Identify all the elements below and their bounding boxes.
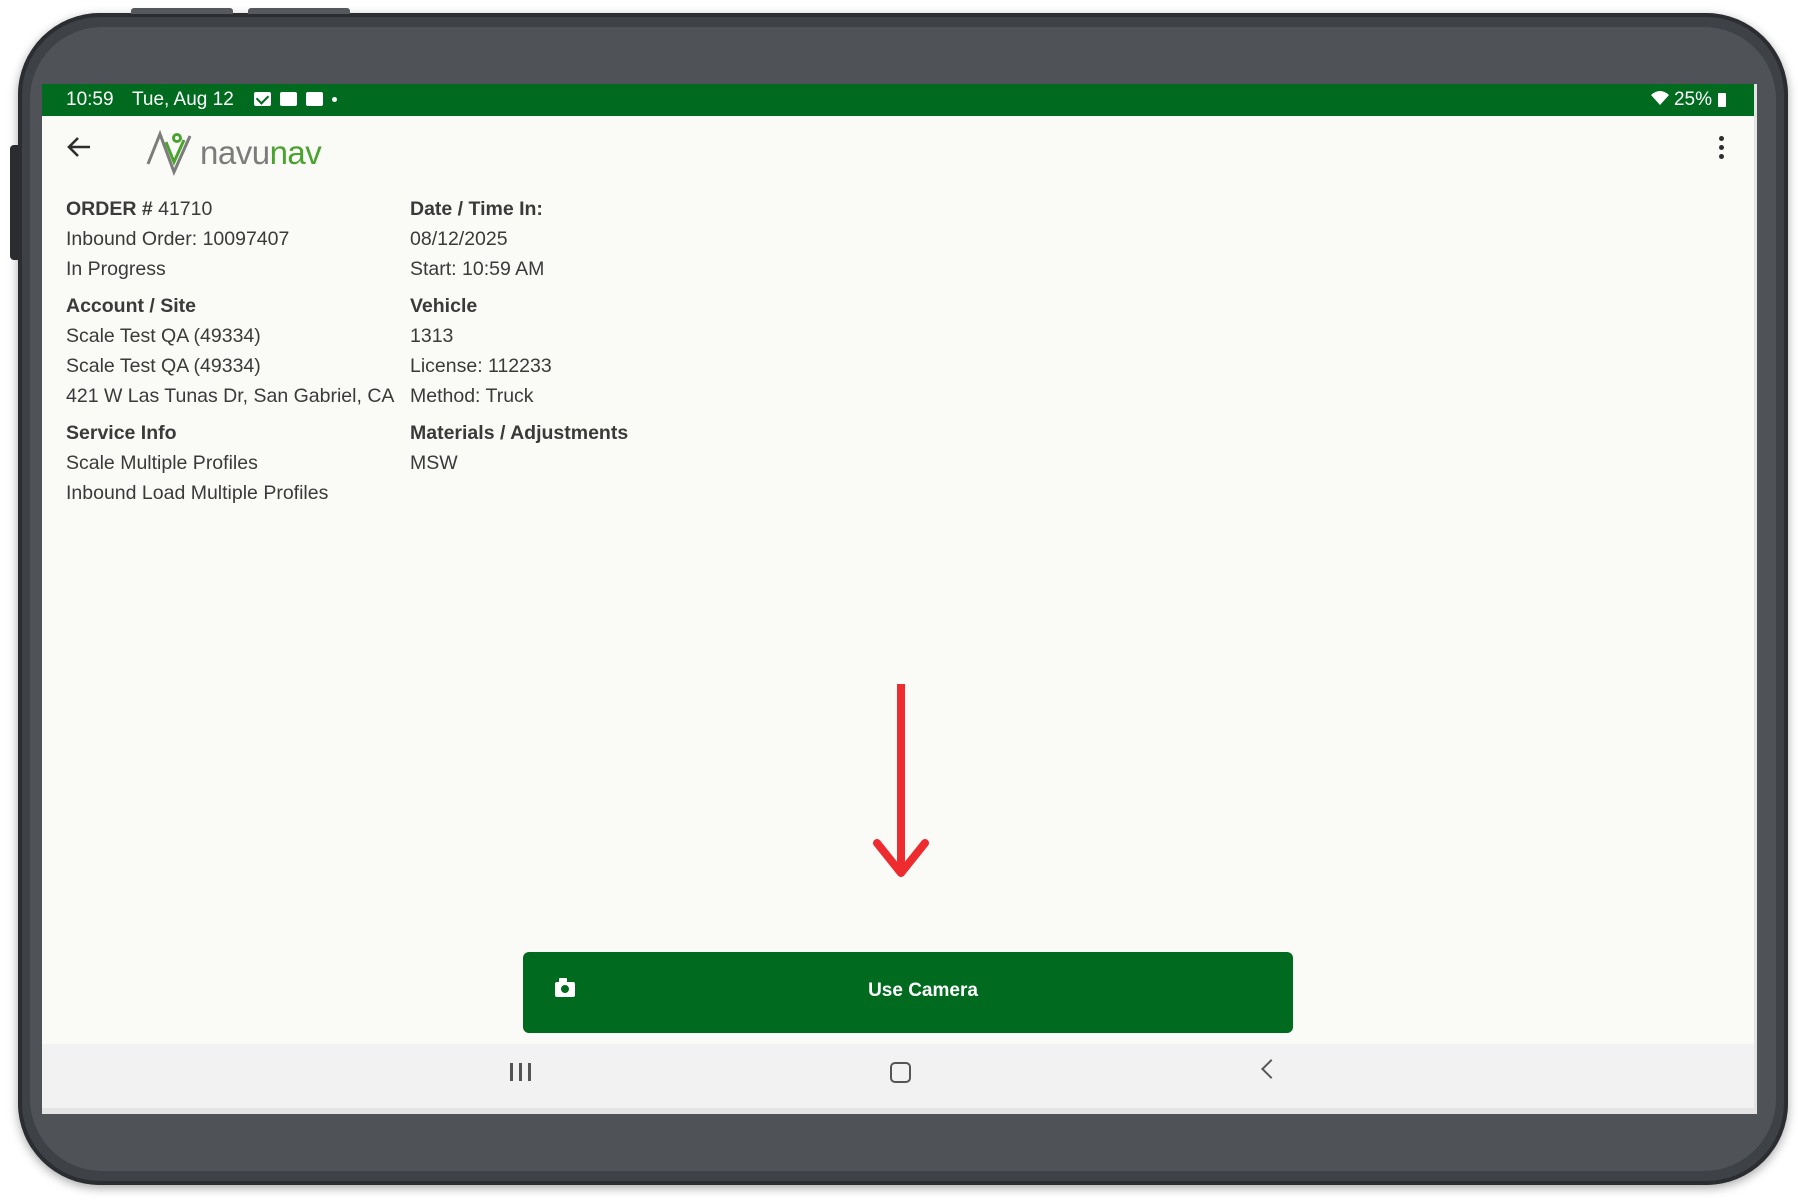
more-notifications-dot-icon xyxy=(332,96,337,102)
hardware-button-top-right xyxy=(248,8,350,14)
system-nav-bar xyxy=(42,1044,1754,1108)
logo-text: navunav xyxy=(200,134,322,171)
app-bar: navunav xyxy=(42,116,1754,186)
service-heading: Service Info xyxy=(66,422,177,444)
outlook-icon xyxy=(280,92,297,106)
status-bar: 10:59 Tue, Aug 12 25% xyxy=(42,84,1754,116)
wifi-icon xyxy=(1650,90,1670,111)
system-back-icon[interactable] xyxy=(1261,1059,1281,1079)
account-heading: Account / Site xyxy=(66,295,197,317)
image-icon xyxy=(306,92,323,106)
tablet-screen: 10:59 Tue, Aug 12 25% navunav ORDER # 41… xyxy=(42,84,1757,1114)
account-line-1: Scale Test QA (49334) xyxy=(66,325,261,347)
datetime-heading: Date / Time In: xyxy=(410,198,543,220)
service-line-1: Scale Multiple Profiles xyxy=(66,452,258,474)
status-time: 10:59 xyxy=(66,89,114,110)
vehicle-heading: Vehicle xyxy=(410,295,478,317)
datetime-date: 08/12/2025 xyxy=(410,228,508,250)
datetime-start: Start: 10:59 AM xyxy=(410,258,545,280)
account-address: 421 W Las Tunas Dr, San Gabriel, CA xyxy=(66,385,395,407)
vehicle-method: Method: Truck xyxy=(410,385,534,407)
overflow-menu-icon[interactable] xyxy=(1716,136,1726,159)
back-arrow-icon[interactable] xyxy=(66,134,92,164)
hardware-button-top-left xyxy=(131,8,233,14)
materials-heading: Materials / Adjustments xyxy=(410,422,629,444)
status-date: Tue, Aug 12 xyxy=(132,89,234,110)
logo-mark-icon xyxy=(146,130,192,176)
notification-icons xyxy=(254,92,337,106)
recent-apps-icon[interactable] xyxy=(510,1063,531,1081)
order-number: ORDER # 41710 xyxy=(66,198,213,220)
status-right: 25% xyxy=(1650,89,1726,111)
hardware-button-side xyxy=(10,145,18,260)
battery-icon xyxy=(1718,93,1726,107)
annotation-arrow-head-icon xyxy=(873,839,929,877)
use-camera-button[interactable]: Use Camera xyxy=(523,952,1293,1033)
vehicle-license: License: 112233 xyxy=(410,355,552,377)
account-line-2: Scale Test QA (49334) xyxy=(66,355,261,377)
inbound-order: Inbound Order: 10097407 xyxy=(66,228,290,250)
navunav-logo: navunav xyxy=(146,130,322,176)
order-status: In Progress xyxy=(66,258,166,280)
battery-percent: 25% xyxy=(1673,89,1712,110)
use-camera-label: Use Camera xyxy=(868,980,978,1001)
home-icon[interactable] xyxy=(890,1062,911,1083)
vehicle-number: 1313 xyxy=(410,325,454,347)
materials-value: MSW xyxy=(410,452,458,474)
service-line-2: Inbound Load Multiple Profiles xyxy=(66,482,329,504)
mail-icon xyxy=(254,92,271,106)
